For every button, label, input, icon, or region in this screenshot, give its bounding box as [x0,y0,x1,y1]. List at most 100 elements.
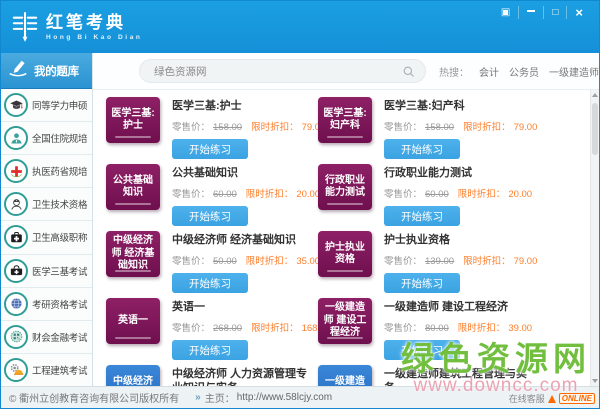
retail-price-value: 60.00 [213,189,237,200]
course-tile[interactable]: 中级经济师 经济基础知识 [106,231,160,277]
homepage-label: 主页： [205,390,235,405]
vertical-scrollbar[interactable] [590,90,599,386]
course-price-row: 零售价：60.00限时折扣：20.00 [384,186,532,200]
graduation-cap-icon [4,93,28,117]
sidebar-item-4[interactable]: 卫生高级职称 [1,221,92,254]
discount-label: 限时折扣： [251,323,299,334]
close-icon[interactable]: × [566,6,591,19]
minimize-icon[interactable] [518,6,543,19]
course-tile-label: 行政职业能力测试 [321,175,369,200]
scroll-up-icon[interactable] [591,90,599,100]
course-tile[interactable]: 一级建造师 建设工程经济 [318,298,372,344]
start-practice-button[interactable]: 开始练习 [384,340,460,360]
start-practice-button[interactable]: 开始练习 [172,139,248,159]
search-input[interactable]: 绿色资源网 [139,59,426,83]
sidebar-item-label: 全国住院规培 [32,131,87,145]
scroll-down-icon[interactable] [591,376,599,386]
copyright-text: © 衢州立创教育咨询有限公司版权所有 [9,390,179,405]
course-tile-label: 公共基础知识 [109,175,157,200]
app-window: 红笔考典 Hong Bi Kao Dian ▣ □ × 我的题库 同等学力申硕 [0,0,600,409]
discount-label: 限时折扣： [463,122,511,133]
online-support-label: 在线客服 [509,392,545,405]
discount-label: 限时折扣： [251,122,299,133]
discount-value: 79.00 [514,256,538,267]
sidebar-item-label: 财会金融考试 [32,330,87,344]
badge-icon [4,325,28,349]
course-title: 中级经济师 人力资源管理专业知识与实务 [172,367,318,386]
online-badge: ONLINE [559,393,595,404]
retail-price-label: 零售价： [384,256,422,267]
hot-search-link-2[interactable]: 一级建造师 [549,64,599,79]
course-title: 英语一 [172,300,318,314]
sidebar-item-label: 工程建筑考试 [32,363,87,377]
course-card: 一级建造师 建设工程经济 一级建造师 建设工程经济 零售价：80.00限时折扣：… [318,298,599,365]
sidebar-item-label: 卫生技术资格 [32,197,87,211]
sidebar-active-label: 我的题库 [34,63,79,79]
skin-icon[interactable]: ▣ [493,6,518,19]
course-card: 一级建造师 一级建造师建筑工程管理与实务 开始练习 [318,365,599,386]
course-tile[interactable]: 护士执业资格 [318,231,372,277]
retail-price-value: 50.00 [213,256,237,267]
sidebar: 我的题库 同等学力申硕 全国住院规培 执医药省规培 卫生技术资格 卫生高级职称 [1,53,93,386]
titlebar: 红笔考典 Hong Bi Kao Dian ▣ □ × [1,1,599,53]
course-card: 中级经济师 人 中级经济师 人力资源管理专业知识与实务 开始练习 [106,365,318,386]
discount-label: 限时折扣： [458,189,506,200]
sidebar-item-1[interactable]: 全国住院规培 [1,122,92,155]
maximize-icon[interactable]: □ [543,6,566,19]
sidebar-item-7[interactable]: 财会金融考试 [1,321,92,354]
hot-search-link-1[interactable]: 公务员 [509,64,539,79]
search-icon[interactable] [402,65,415,78]
sidebar-item-3[interactable]: 卫生技术资格 [1,188,92,221]
hot-search-link-0[interactable]: 会计 [479,64,499,79]
sidebar-item-6[interactable]: 考研资格考试 [1,288,92,321]
retail-price-label: 零售价： [172,323,210,334]
course-tile[interactable]: 英语一 [106,298,160,344]
sidebar-item-2[interactable]: 执医药省规培 [1,155,92,188]
course-tile[interactable]: 一级建造师 [318,365,372,386]
start-practice-button[interactable]: 开始练习 [384,139,460,159]
course-tile[interactable]: 行政职业能力测试 [318,164,372,210]
course-tile-label: 一级建造师 建设工程经济 [321,302,369,340]
course-price-row: 零售价：80.00限时折扣：39.00 [384,320,532,334]
course-title: 医学三基:妇产科 [384,99,536,113]
medical-bag-icon [4,259,28,283]
sidebar-item-0[interactable]: 同等学力申硕 [1,89,92,122]
course-tile-label: 中级经济师 经济基础知识 [109,235,157,273]
course-card: 医学三基:妇产科 医学三基:妇产科 零售价：158.00限时折扣：79.00 开… [318,97,599,164]
course-title: 护士执业资格 [384,233,536,247]
homepage-link[interactable]: http://www.58lcjy.com [237,392,332,403]
start-practice-button[interactable]: 开始练习 [172,340,248,360]
sidebar-item-label: 考研资格考试 [32,297,87,311]
person-icon [4,126,28,150]
course-tile[interactable]: 医学三基:妇产科 [318,97,372,143]
start-practice-button[interactable]: 开始练习 [172,273,248,293]
discount-value: 79.00 [514,122,538,133]
discount-value: 39.00 [508,323,532,334]
course-tile-label: 中级经济师 人 [109,376,157,387]
course-tile[interactable]: 公共基础知识 [106,164,160,210]
course-tile[interactable]: 医学三基:护士 [106,97,160,143]
scrollbar-thumb[interactable] [592,103,598,155]
brush-logo-icon [11,11,39,43]
course-card: 中级经济师 经济基础知识 中级经济师 经济基础知识 零售价：50.00限时折扣：… [106,231,318,298]
app-logo: 红笔考典 Hong Bi Kao Dian [11,11,143,43]
course-card: 行政职业能力测试 行政职业能力测试 零售价：60.00限时折扣：20.00 开始… [318,164,599,231]
course-tile-label: 一级建造师 [321,376,369,387]
start-practice-button[interactable]: 开始练习 [172,206,248,226]
sidebar-item-5[interactable]: 医学三基考试 [1,255,92,288]
sidebar-item-8[interactable]: 工程建筑考试 [1,354,92,386]
app-title: 红笔考典 [46,14,143,31]
discount-value: 20.00 [296,189,320,200]
course-tile-label: 医学三基:护士 [109,108,157,133]
flame-icon [548,395,556,403]
course-tile[interactable]: 中级经济师 人 [106,365,160,386]
sidebar-item-my-question-bank[interactable]: 我的题库 [1,53,92,89]
red-cross-icon [4,159,28,183]
course-title: 公共基础知识 [172,166,318,180]
course-price-row: 零售价：50.00限时折扣：35.00 [172,253,318,267]
online-support[interactable]: 在线客服 ONLINE [509,392,595,405]
start-practice-button[interactable]: 开始练习 [384,206,460,226]
start-practice-button[interactable]: 开始练习 [384,273,460,293]
sidebar-item-label: 同等学力申硕 [32,98,87,112]
retail-price-label: 零售价： [384,189,422,200]
